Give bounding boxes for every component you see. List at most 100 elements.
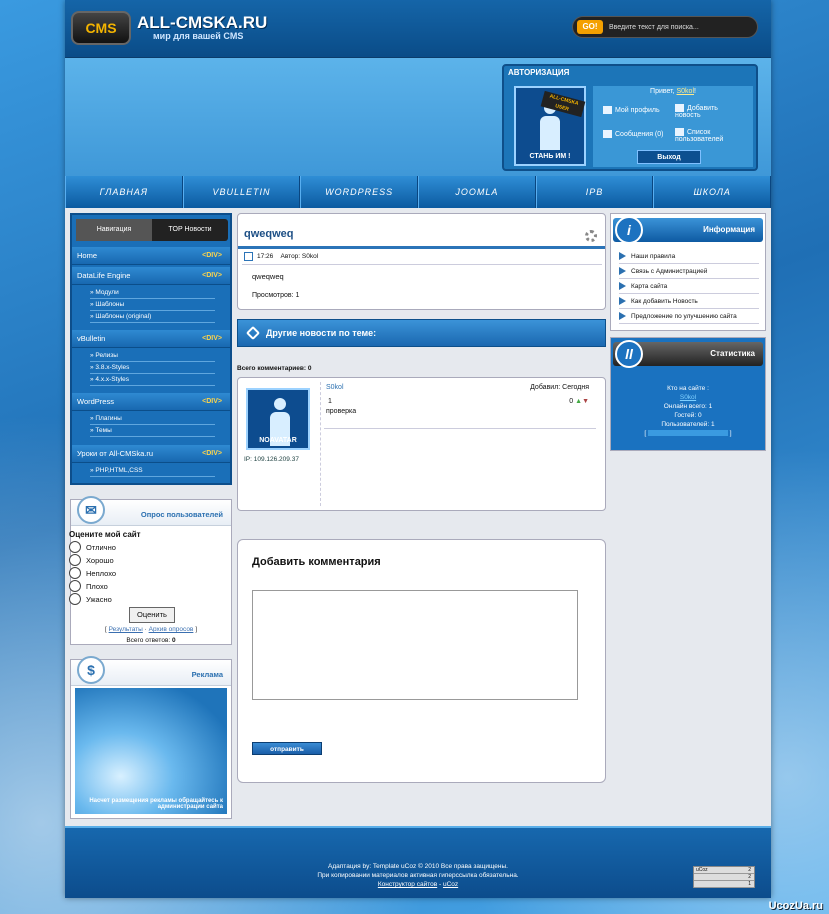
sidebar-sub-releases[interactable]: » Релизы: [90, 350, 215, 362]
username-link[interactable]: S0kol: [677, 88, 695, 95]
nav-item-vbulletin[interactable]: VBULLETIN: [182, 176, 301, 208]
send-button[interactable]: отправить: [252, 742, 322, 755]
comment-textarea[interactable]: [252, 590, 578, 700]
stats-title: Статистика: [710, 349, 755, 358]
stats-users: Пользователей: 1: [661, 421, 715, 428]
poll-results-link[interactable]: Результаты: [109, 626, 143, 633]
dollar-icon: $: [77, 656, 105, 684]
divider: [320, 382, 321, 506]
nav-item-school[interactable]: ШКОЛА: [653, 176, 772, 208]
add-news-icon: [675, 104, 684, 112]
info-link-sitemap[interactable]: Карта сайта: [619, 280, 759, 294]
sidebar-sub-php[interactable]: » PHP,HTML,CSS: [90, 465, 215, 477]
vote-button[interactable]: Оценить: [129, 607, 175, 623]
info-link-contact[interactable]: Связь с Администрацией: [619, 265, 759, 279]
sidebar-item-home[interactable]: Home <DIV>: [72, 247, 230, 265]
ad-banner[interactable]: Насчет размещения рекламы обращайтесь к …: [75, 688, 227, 814]
poll-option-label: Отлично: [86, 543, 116, 552]
stats-body: Кто на сайте : S0kol Онлайн всего: 1 Гос…: [611, 384, 765, 438]
profile-link[interactable]: Мой профиль: [603, 106, 660, 114]
poll-radio-excellent[interactable]: [69, 541, 81, 553]
poll-option-label: Ужасно: [86, 595, 112, 604]
stats-guests: Гостей: 0: [674, 412, 702, 419]
search-bar: GO!: [572, 16, 758, 38]
ad-title: Реклама: [191, 670, 223, 679]
stats-online: Онлайн всего: 1: [663, 403, 713, 410]
poll-radio-fine[interactable]: [69, 567, 81, 579]
messages-link[interactable]: Сообщения (0): [603, 130, 664, 138]
users-list-link[interactable]: Список пользователей: [675, 128, 747, 143]
sidebar-sub-templates-original[interactable]: » Шаблоны (original): [90, 311, 215, 323]
poll-links: [ Результаты · Архив опросов ]: [104, 626, 198, 633]
nav-item-wordpress[interactable]: WORDPRESS: [300, 176, 419, 208]
search-button[interactable]: GO!: [577, 20, 603, 34]
greeting: Привет, S0kol!: [650, 88, 696, 95]
megaphone-icon: ✉: [77, 496, 105, 524]
stats-bracket: [ ]: [644, 430, 732, 437]
gear-icon[interactable]: [585, 230, 597, 242]
info-link-rules[interactable]: Наши правила: [619, 250, 759, 264]
sidebar-item-vbulletin[interactable]: vBulletin <DIV>: [72, 330, 230, 348]
profile-icon: [603, 106, 612, 114]
news-meta: 17:26 Автор: S0kol: [244, 252, 318, 261]
poll-radio-awful[interactable]: [69, 593, 81, 605]
stats-who: Кто на сайте :: [667, 385, 709, 392]
info-link-add-news[interactable]: Как добавить Новость: [619, 295, 759, 309]
comment-username[interactable]: S0kol: [326, 384, 344, 391]
comment-ip: IP: 109.126.209.37: [244, 456, 299, 463]
sidebar-sub-templates[interactable]: » Шаблоны: [90, 299, 215, 311]
poll-radio-good[interactable]: [69, 554, 81, 566]
online-user-link[interactable]: S0kol: [611, 393, 765, 402]
watermark: UcozUa.ru: [768, 900, 823, 912]
ad-box: $ Реклама Насчет размещения рекламы обра…: [70, 656, 232, 819]
divider: [242, 264, 602, 265]
site-container: CMS ALL-CMSKA.RU мир для вашей CMS GO! А…: [65, 0, 772, 898]
poll-box: ✉ Опрос пользователей Оцените мой сайт О…: [69, 496, 232, 645]
sidebar-item-lessons[interactable]: Уроки от All-CMSka.ru <DIV>: [72, 445, 230, 463]
sidebar-sub-themes[interactable]: » Темы: [90, 425, 215, 437]
poll-header: ✉ Опрос пользователей: [71, 496, 231, 526]
avatar-caption: NOAVATAR: [259, 437, 297, 444]
visit-counter[interactable]: 2 uCoz 2 1: [693, 866, 755, 888]
poll-radio-bad[interactable]: [69, 580, 81, 592]
site-logo[interactable]: CMS: [71, 11, 131, 45]
divider: [324, 428, 596, 429]
comment-number: 1: [328, 398, 332, 405]
sidebar-sub-38-styles[interactable]: » 3.8.x-Styles: [90, 362, 215, 374]
news-body: qweqweq: [252, 272, 284, 281]
add-comment-title: Добавить комментария: [252, 556, 381, 568]
comment-rating: 0 ▲▼: [569, 398, 589, 405]
sidebar-item-dle[interactable]: DataLife Engine <DIV>: [72, 267, 230, 285]
sidebar-sub-plugins[interactable]: » Плагины: [90, 413, 215, 425]
constructor-link[interactable]: Конструктор сайтов: [378, 881, 437, 888]
thumbs-down-icon[interactable]: ▼: [582, 398, 589, 405]
sidebar-nav: Навигация TOP Новости Home <DIV> DataLife…: [70, 213, 232, 485]
sidebar-sub-modules[interactable]: » Модули: [90, 287, 215, 299]
mail-icon: [603, 130, 612, 138]
tab-navigation[interactable]: Навигация: [76, 219, 152, 241]
calendar-icon: [244, 252, 253, 261]
related-news-title: Другие новости по теме:: [266, 328, 377, 338]
poll-option-label: Плохо: [86, 582, 108, 591]
info-link-suggest[interactable]: Предложение по улучшению сайта: [619, 310, 759, 324]
poll-archive-link[interactable]: Архив опросов: [149, 626, 194, 633]
poll-option-label: Неплохо: [86, 569, 117, 578]
add-news-link[interactable]: Добавить новость: [675, 104, 745, 119]
auth-panel: Привет, S0kol! Мой профиль Добавить ново…: [593, 86, 753, 167]
info-icon: i: [615, 216, 643, 244]
search-input[interactable]: [609, 19, 749, 35]
tab-top-news[interactable]: TOP Новости: [152, 219, 228, 241]
main-nav: ГЛАВНАЯ VBULLETIN WORDPRESS JOOMLA IPB Ш…: [65, 176, 772, 208]
sidebar-sub-4x-styles[interactable]: » 4.x.x-Styles: [90, 374, 215, 386]
logout-button[interactable]: Выход: [637, 150, 701, 164]
ucoz-link[interactable]: uCoz: [443, 881, 458, 888]
stats-box: ll Статистика Кто на сайте : S0kol Онлай…: [610, 337, 766, 451]
nav-item-joomla[interactable]: JOOMLA: [418, 176, 536, 208]
header: CMS ALL-CMSKA.RU мир для вашей CMS GO!: [65, 0, 771, 58]
comment-text: проверка: [326, 408, 357, 415]
poll-title: Опрос пользователей: [140, 510, 223, 519]
nav-item-home[interactable]: ГЛАВНАЯ: [65, 176, 183, 208]
nav-item-ipb[interactable]: IPB: [535, 176, 654, 208]
site-title: ALL-CMSKA.RU: [137, 13, 268, 32]
sidebar-item-wordpress[interactable]: WordPress <DIV>: [72, 393, 230, 411]
